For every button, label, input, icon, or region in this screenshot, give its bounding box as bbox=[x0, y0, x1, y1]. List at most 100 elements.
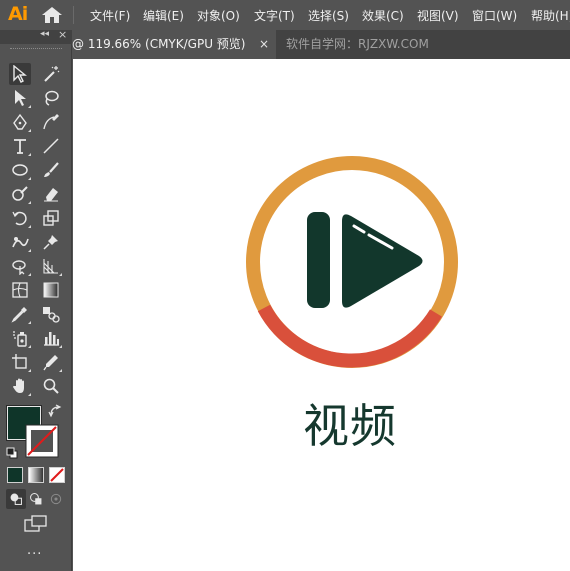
menu-object[interactable]: 对象(O) bbox=[197, 7, 240, 24]
collapse-panel-button[interactable]: ◂◂ bbox=[40, 29, 49, 39]
menu-window[interactable]: 窗口(W) bbox=[472, 7, 517, 24]
draw-normal-button[interactable] bbox=[6, 489, 26, 509]
eraser-icon bbox=[44, 188, 58, 202]
menu-bar: Ai 文件(F) 编辑(E) 对象(O) 文字(T) 选择(S) 效果(C) 视… bbox=[0, 0, 570, 30]
blend-icon bbox=[43, 307, 60, 323]
type-tool[interactable] bbox=[9, 135, 31, 157]
menu-effect[interactable]: 效果(C) bbox=[362, 7, 404, 24]
perspective-grid-tool[interactable] bbox=[40, 255, 62, 277]
line-segment-tool[interactable] bbox=[40, 135, 62, 157]
default-fill-stroke-icon[interactable] bbox=[6, 444, 18, 463]
none-mode-button[interactable] bbox=[49, 467, 65, 483]
hand-icon bbox=[13, 378, 24, 393]
gradient-mode-button[interactable] bbox=[28, 467, 44, 483]
ellipse-tool[interactable] bbox=[9, 159, 31, 181]
rotate-tool[interactable] bbox=[9, 207, 31, 229]
menu-view[interactable]: 视图(V) bbox=[417, 7, 459, 24]
screen-mode-button[interactable] bbox=[24, 515, 48, 537]
scale-icon bbox=[43, 210, 59, 226]
document-tab-active[interactable]: @ 119.66% (CMYK/GPU 预览) × bbox=[72, 30, 276, 59]
gradient-tool[interactable] bbox=[40, 279, 62, 301]
swap-fill-stroke-icon[interactable] bbox=[48, 403, 62, 422]
draw-inside-icon bbox=[50, 493, 62, 505]
puppet-warp-tool[interactable] bbox=[9, 231, 31, 253]
shaper-icon bbox=[12, 186, 28, 201]
slice-knife-icon bbox=[43, 355, 58, 371]
selection-arrow-icon bbox=[13, 65, 27, 83]
tab-title: @ 119.66% (CMYK/GPU 预览) bbox=[72, 37, 246, 51]
draw-behind-button[interactable] bbox=[26, 489, 46, 509]
zoom-tool[interactable] bbox=[40, 375, 62, 397]
paintbrush-tool[interactable] bbox=[40, 159, 62, 181]
pin-icon bbox=[43, 235, 58, 250]
artboard-canvas[interactable]: 视频 bbox=[73, 59, 570, 571]
gradient-icon bbox=[43, 282, 59, 298]
document-tab-inactive[interactable]: 软件自学网：RJZXW.COM bbox=[286, 30, 429, 59]
menu-edit[interactable]: 编辑(E) bbox=[143, 7, 184, 24]
ellipse-icon bbox=[12, 164, 28, 176]
shape-builder-tool[interactable] bbox=[9, 255, 31, 277]
mesh-icon bbox=[12, 282, 28, 298]
stroke-swatch[interactable] bbox=[25, 424, 59, 458]
draw-behind-icon bbox=[30, 493, 42, 505]
hand-tool[interactable] bbox=[9, 375, 31, 397]
pen-tool[interactable] bbox=[9, 111, 31, 133]
column-graph-tool[interactable] bbox=[40, 327, 62, 349]
draw-inside-button[interactable] bbox=[46, 489, 66, 509]
menu-divider bbox=[73, 6, 74, 24]
close-panel-button[interactable]: × bbox=[58, 28, 67, 41]
lasso-icon bbox=[45, 90, 59, 106]
pin-tool[interactable] bbox=[40, 231, 62, 253]
curvature-pen-icon bbox=[43, 114, 59, 130]
symbol-sprayer-tool[interactable] bbox=[9, 327, 31, 349]
menu-help[interactable]: 帮助(H) bbox=[531, 7, 570, 24]
magnifier-icon bbox=[43, 378, 59, 394]
eyedropper-icon bbox=[11, 307, 27, 323]
puppet-warp-icon bbox=[12, 237, 29, 248]
selection-tool[interactable] bbox=[9, 63, 31, 85]
eraser-tool[interactable] bbox=[40, 183, 62, 205]
menu-file[interactable]: 文件(F) bbox=[90, 7, 130, 24]
mesh-tool[interactable] bbox=[9, 279, 31, 301]
app-logo: Ai bbox=[8, 3, 28, 25]
panel-grip[interactable] bbox=[10, 48, 62, 51]
tab-title: 软件自学网：RJZXW.COM bbox=[286, 37, 429, 51]
color-mode-button[interactable] bbox=[7, 467, 23, 483]
magic-wand-icon bbox=[44, 66, 60, 82]
bar-shape bbox=[307, 212, 330, 308]
menu-select[interactable]: 选择(S) bbox=[308, 7, 349, 24]
draw-normal-icon bbox=[10, 493, 22, 505]
artboard-tool[interactable] bbox=[9, 351, 31, 373]
direct-selection-icon bbox=[15, 90, 26, 106]
column-graph-icon bbox=[44, 332, 59, 346]
scale-tool[interactable] bbox=[40, 207, 62, 229]
pen-nib-icon bbox=[13, 113, 27, 130]
more-tools-button[interactable]: ... bbox=[27, 543, 42, 558]
home-icon[interactable] bbox=[41, 6, 63, 24]
menu-type[interactable]: 文字(T) bbox=[254, 7, 295, 24]
line-segment-icon bbox=[43, 138, 59, 154]
shape-builder-icon bbox=[12, 260, 26, 275]
shaper-tool[interactable] bbox=[9, 183, 31, 205]
play-triangle bbox=[342, 214, 423, 308]
eyedropper-tool[interactable] bbox=[9, 303, 31, 325]
tools-panel: ◂◂ × ... bbox=[0, 28, 72, 571]
magic-wand-tool[interactable] bbox=[40, 63, 62, 85]
panel-header: ◂◂ × bbox=[0, 28, 72, 44]
lasso-tool[interactable] bbox=[40, 87, 62, 109]
perspective-grid-icon bbox=[43, 259, 58, 274]
symbol-sprayer-icon bbox=[13, 331, 27, 347]
direct-selection-tool[interactable] bbox=[9, 87, 31, 109]
slice-tool[interactable] bbox=[40, 351, 62, 373]
video-logo-artwork[interactable] bbox=[246, 155, 458, 369]
curvature-tool[interactable] bbox=[40, 111, 62, 133]
artwork-label: 视频 bbox=[303, 399, 397, 453]
document-tab-bar: @ 119.66% (CMYK/GPU 预览) × 软件自学网：RJZXW.CO… bbox=[72, 30, 570, 59]
rotate-icon bbox=[12, 211, 27, 226]
tab-close-button[interactable]: × bbox=[259, 30, 269, 59]
type-t-icon bbox=[14, 139, 26, 154]
artboard-icon bbox=[12, 354, 27, 369]
ring-bottom-arc bbox=[257, 304, 442, 368]
paintbrush-icon bbox=[44, 162, 59, 177]
blend-tool[interactable] bbox=[40, 303, 62, 325]
